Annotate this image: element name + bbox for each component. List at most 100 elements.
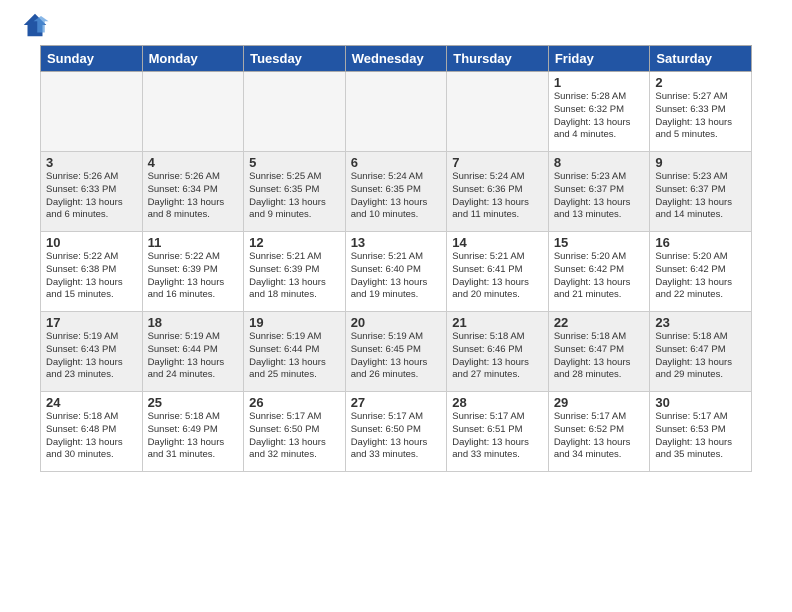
calendar-day-cell: 3Sunrise: 5:26 AMSunset: 6:33 PMDaylight… — [41, 152, 143, 232]
day-info: Sunrise: 5:19 AMSunset: 6:44 PMDaylight:… — [249, 331, 340, 382]
day-info: Sunrise: 5:22 AMSunset: 6:38 PMDaylight:… — [46, 251, 137, 302]
day-info: Sunrise: 5:19 AMSunset: 6:43 PMDaylight:… — [46, 331, 137, 382]
calendar-day-cell: 15Sunrise: 5:20 AMSunset: 6:42 PMDayligh… — [548, 232, 650, 312]
page-header — [0, 0, 792, 45]
calendar-day-cell: 28Sunrise: 5:17 AMSunset: 6:51 PMDayligh… — [447, 392, 549, 472]
day-info: Sunrise: 5:25 AMSunset: 6:35 PMDaylight:… — [249, 171, 340, 222]
calendar-day-cell: 1Sunrise: 5:28 AMSunset: 6:32 PMDaylight… — [548, 72, 650, 152]
day-info: Sunrise: 5:21 AMSunset: 6:40 PMDaylight:… — [351, 251, 442, 302]
calendar-day-cell: 14Sunrise: 5:21 AMSunset: 6:41 PMDayligh… — [447, 232, 549, 312]
day-info: Sunrise: 5:24 AMSunset: 6:35 PMDaylight:… — [351, 171, 442, 222]
day-info: Sunrise: 5:26 AMSunset: 6:34 PMDaylight:… — [148, 171, 239, 222]
calendar-day-cell: 17Sunrise: 5:19 AMSunset: 6:43 PMDayligh… — [41, 312, 143, 392]
calendar-day-cell: 4Sunrise: 5:26 AMSunset: 6:34 PMDaylight… — [142, 152, 244, 232]
day-info: Sunrise: 5:21 AMSunset: 6:39 PMDaylight:… — [249, 251, 340, 302]
calendar-day-cell: 16Sunrise: 5:20 AMSunset: 6:42 PMDayligh… — [650, 232, 752, 312]
calendar-week-row: 17Sunrise: 5:19 AMSunset: 6:43 PMDayligh… — [41, 312, 752, 392]
calendar-day-cell: 2Sunrise: 5:27 AMSunset: 6:33 PMDaylight… — [650, 72, 752, 152]
day-number: 17 — [46, 315, 137, 330]
day-number: 30 — [655, 395, 746, 410]
calendar-day-cell: 20Sunrise: 5:19 AMSunset: 6:45 PMDayligh… — [345, 312, 447, 392]
day-number: 1 — [554, 75, 645, 90]
day-number: 20 — [351, 315, 442, 330]
day-number: 4 — [148, 155, 239, 170]
calendar-week-row: 1Sunrise: 5:28 AMSunset: 6:32 PMDaylight… — [41, 72, 752, 152]
day-number: 21 — [452, 315, 543, 330]
calendar-day-cell: 11Sunrise: 5:22 AMSunset: 6:39 PMDayligh… — [142, 232, 244, 312]
calendar-day-cell: 7Sunrise: 5:24 AMSunset: 6:36 PMDaylight… — [447, 152, 549, 232]
calendar-day-header: Thursday — [447, 46, 549, 72]
calendar-day-cell: 22Sunrise: 5:18 AMSunset: 6:47 PMDayligh… — [548, 312, 650, 392]
calendar-day-cell: 19Sunrise: 5:19 AMSunset: 6:44 PMDayligh… — [244, 312, 346, 392]
calendar-day-header: Saturday — [650, 46, 752, 72]
day-info: Sunrise: 5:17 AMSunset: 6:51 PMDaylight:… — [452, 411, 543, 462]
day-number: 14 — [452, 235, 543, 250]
calendar-day-cell: 23Sunrise: 5:18 AMSunset: 6:47 PMDayligh… — [650, 312, 752, 392]
calendar-day-cell: 9Sunrise: 5:23 AMSunset: 6:37 PMDaylight… — [650, 152, 752, 232]
calendar-week-row: 3Sunrise: 5:26 AMSunset: 6:33 PMDaylight… — [41, 152, 752, 232]
calendar-day-cell — [345, 72, 447, 152]
calendar-day-cell: 18Sunrise: 5:19 AMSunset: 6:44 PMDayligh… — [142, 312, 244, 392]
calendar-day-cell: 8Sunrise: 5:23 AMSunset: 6:37 PMDaylight… — [548, 152, 650, 232]
calendar-day-header: Wednesday — [345, 46, 447, 72]
day-number: 27 — [351, 395, 442, 410]
day-number: 5 — [249, 155, 340, 170]
day-info: Sunrise: 5:19 AMSunset: 6:45 PMDaylight:… — [351, 331, 442, 382]
day-number: 29 — [554, 395, 645, 410]
day-info: Sunrise: 5:21 AMSunset: 6:41 PMDaylight:… — [452, 251, 543, 302]
calendar-header-row: SundayMondayTuesdayWednesdayThursdayFrid… — [41, 46, 752, 72]
day-number: 26 — [249, 395, 340, 410]
calendar-week-row: 10Sunrise: 5:22 AMSunset: 6:38 PMDayligh… — [41, 232, 752, 312]
calendar-wrapper: SundayMondayTuesdayWednesdayThursdayFrid… — [0, 45, 792, 482]
day-info: Sunrise: 5:18 AMSunset: 6:47 PMDaylight:… — [655, 331, 746, 382]
calendar-day-header: Tuesday — [244, 46, 346, 72]
day-number: 24 — [46, 395, 137, 410]
calendar-day-cell: 21Sunrise: 5:18 AMSunset: 6:46 PMDayligh… — [447, 312, 549, 392]
day-info: Sunrise: 5:18 AMSunset: 6:49 PMDaylight:… — [148, 411, 239, 462]
day-info: Sunrise: 5:24 AMSunset: 6:36 PMDaylight:… — [452, 171, 543, 222]
day-number: 13 — [351, 235, 442, 250]
calendar-day-cell: 25Sunrise: 5:18 AMSunset: 6:49 PMDayligh… — [142, 392, 244, 472]
day-info: Sunrise: 5:20 AMSunset: 6:42 PMDaylight:… — [655, 251, 746, 302]
logo — [20, 10, 54, 40]
day-number: 3 — [46, 155, 137, 170]
day-number: 23 — [655, 315, 746, 330]
calendar-table: SundayMondayTuesdayWednesdayThursdayFrid… — [40, 45, 752, 472]
calendar-week-row: 24Sunrise: 5:18 AMSunset: 6:48 PMDayligh… — [41, 392, 752, 472]
calendar-day-cell: 5Sunrise: 5:25 AMSunset: 6:35 PMDaylight… — [244, 152, 346, 232]
day-number: 6 — [351, 155, 442, 170]
day-info: Sunrise: 5:22 AMSunset: 6:39 PMDaylight:… — [148, 251, 239, 302]
calendar-day-header: Friday — [548, 46, 650, 72]
day-info: Sunrise: 5:26 AMSunset: 6:33 PMDaylight:… — [46, 171, 137, 222]
day-number: 7 — [452, 155, 543, 170]
calendar-day-cell: 10Sunrise: 5:22 AMSunset: 6:38 PMDayligh… — [41, 232, 143, 312]
day-info: Sunrise: 5:18 AMSunset: 6:47 PMDaylight:… — [554, 331, 645, 382]
day-number: 22 — [554, 315, 645, 330]
day-info: Sunrise: 5:17 AMSunset: 6:50 PMDaylight:… — [249, 411, 340, 462]
calendar-day-cell: 6Sunrise: 5:24 AMSunset: 6:35 PMDaylight… — [345, 152, 447, 232]
calendar-day-cell — [447, 72, 549, 152]
day-info: Sunrise: 5:23 AMSunset: 6:37 PMDaylight:… — [655, 171, 746, 222]
day-number: 19 — [249, 315, 340, 330]
day-number: 2 — [655, 75, 746, 90]
calendar-day-cell: 12Sunrise: 5:21 AMSunset: 6:39 PMDayligh… — [244, 232, 346, 312]
calendar-day-header: Monday — [142, 46, 244, 72]
calendar-day-cell: 26Sunrise: 5:17 AMSunset: 6:50 PMDayligh… — [244, 392, 346, 472]
calendar-day-cell: 13Sunrise: 5:21 AMSunset: 6:40 PMDayligh… — [345, 232, 447, 312]
calendar-day-header: Sunday — [41, 46, 143, 72]
day-number: 25 — [148, 395, 239, 410]
day-number: 8 — [554, 155, 645, 170]
calendar-day-cell — [142, 72, 244, 152]
day-info: Sunrise: 5:27 AMSunset: 6:33 PMDaylight:… — [655, 91, 746, 142]
day-number: 28 — [452, 395, 543, 410]
day-number: 10 — [46, 235, 137, 250]
calendar-day-cell: 29Sunrise: 5:17 AMSunset: 6:52 PMDayligh… — [548, 392, 650, 472]
calendar-day-cell: 27Sunrise: 5:17 AMSunset: 6:50 PMDayligh… — [345, 392, 447, 472]
day-info: Sunrise: 5:18 AMSunset: 6:48 PMDaylight:… — [46, 411, 137, 462]
day-info: Sunrise: 5:23 AMSunset: 6:37 PMDaylight:… — [554, 171, 645, 222]
day-number: 15 — [554, 235, 645, 250]
day-number: 12 — [249, 235, 340, 250]
calendar-day-cell — [244, 72, 346, 152]
day-number: 16 — [655, 235, 746, 250]
logo-icon — [20, 10, 50, 40]
